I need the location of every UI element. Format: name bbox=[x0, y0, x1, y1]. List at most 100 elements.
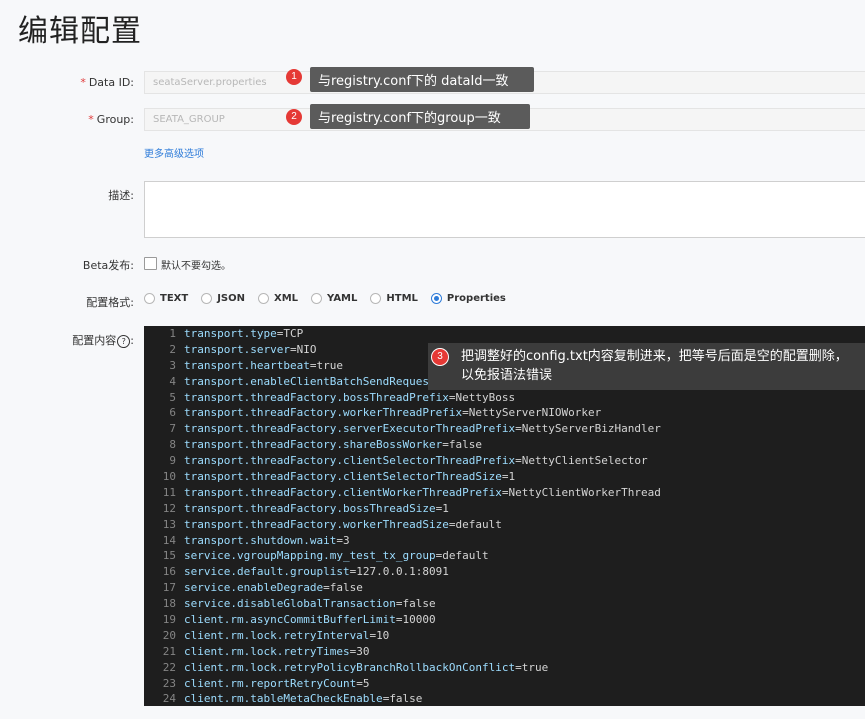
line-number: 7 bbox=[169, 422, 176, 436]
code-equals: = bbox=[356, 676, 363, 690]
line-number: 4 bbox=[169, 374, 176, 388]
code-key: service.default.grouplist bbox=[184, 565, 350, 579]
code-line: 20 client.rm.lock.retryInterval = 10 bbox=[144, 628, 865, 644]
code-line: 1 transport.type = TCP bbox=[144, 326, 865, 342]
code-line: 13 transport.threadFactory.workerThreadSi… bbox=[144, 517, 865, 533]
code-value: 1 bbox=[508, 470, 516, 484]
line-number: 11 bbox=[162, 485, 176, 499]
code-key: transport.threadFactory.shareBossWorker bbox=[184, 438, 443, 452]
code-value: false bbox=[329, 581, 363, 595]
code-line: 23 client.rm.reportRetryCount = 5 bbox=[144, 676, 865, 692]
code-key: client.rm.asyncCommitBufferLimit bbox=[184, 613, 396, 627]
line-number: 16 bbox=[162, 565, 176, 579]
code-equals: = bbox=[395, 597, 403, 611]
code-equals: = bbox=[276, 327, 284, 340]
code-key: transport.threadFactory.clientWorkerThre… bbox=[184, 485, 502, 499]
group-label-text: Group: bbox=[96, 113, 134, 126]
format-option-xml[interactable]: XML bbox=[257, 293, 299, 304]
code-value: 3 bbox=[342, 533, 350, 547]
format-option-json[interactable]: JSON bbox=[201, 293, 245, 304]
code-value: default bbox=[442, 549, 489, 563]
beta-checkbox[interactable] bbox=[144, 257, 157, 270]
line-number: 8 bbox=[169, 438, 176, 452]
code-value: NettyServerNIOWorker bbox=[468, 406, 602, 420]
beta-checkbox-text: 默认不要勾选。 bbox=[161, 261, 231, 272]
line-number: 18 bbox=[162, 597, 176, 611]
data-id-label: * Data ID: bbox=[14, 76, 134, 89]
code-key: client.rm.tableMetaCheckEnable bbox=[184, 692, 383, 706]
line-number: 6 bbox=[169, 406, 176, 420]
line-number: 5 bbox=[169, 390, 176, 404]
code-key: transport.enableClientBatchSendRequest bbox=[184, 374, 436, 388]
line-number: 2 bbox=[169, 342, 176, 356]
help-icon[interactable]: ? bbox=[117, 334, 131, 348]
required-marker: * bbox=[88, 113, 94, 126]
code-line: 24 client.rm.tableMetaCheckEnable = false bbox=[144, 691, 865, 706]
advanced-options-link[interactable]: 更多高级选项 bbox=[144, 145, 204, 160]
content-label: 配置内容?: bbox=[14, 332, 134, 348]
callout-2-badge: 2 bbox=[286, 109, 302, 125]
line-number: 13 bbox=[162, 517, 176, 531]
code-equals: = bbox=[349, 565, 357, 579]
code-key: service.vgroupMapping.my_test_tx_group bbox=[184, 549, 436, 563]
code-value: NettyServerBizHandler bbox=[521, 422, 661, 436]
line-number: 15 bbox=[162, 549, 176, 563]
code-key: service.disableGlobalTransaction bbox=[184, 597, 396, 611]
code-value: false bbox=[402, 597, 436, 611]
code-value: NettyClientSelector bbox=[521, 454, 648, 468]
code-line: 11 transport.threadFactory.clientWorkerTh… bbox=[144, 485, 865, 501]
line-number: 14 bbox=[162, 533, 176, 547]
description-textarea[interactable] bbox=[144, 181, 865, 238]
format-option-label: TEXT bbox=[160, 293, 189, 304]
code-equals: = bbox=[349, 644, 357, 658]
code-equals: = bbox=[501, 470, 509, 484]
format-option-label: HTML bbox=[386, 293, 418, 304]
code-key: transport.threadFactory.bossThreadSize bbox=[184, 501, 436, 515]
line-number: 23 bbox=[162, 676, 176, 690]
callout-editor: 把调整好的config.txt内容复制进来，把等号后面是空的配置删除， 以免报语… bbox=[428, 343, 865, 390]
callout-1-text: 与registry.conf下的 dataId一致 bbox=[318, 74, 509, 89]
code-key: transport.threadFactory.clientSelectorTh… bbox=[184, 454, 516, 468]
code-value: NettyBoss bbox=[455, 390, 516, 404]
code-line: 16 service.default.grouplist = 127.0.0.1:80… bbox=[144, 564, 865, 580]
callout-1-badge: 1 bbox=[286, 69, 302, 85]
code-equals: = bbox=[462, 406, 469, 420]
code-line: 12 transport.threadFactory.bossThreadSize… bbox=[144, 501, 865, 517]
format-option-label: YAML bbox=[327, 293, 358, 304]
code-line: 15 service.vgroupMapping.my_test_tx_group… bbox=[144, 548, 865, 564]
required-marker: * bbox=[80, 76, 86, 89]
code-value: true bbox=[316, 358, 343, 372]
code-key: transport.threadFactory.serverExecutorTh… bbox=[184, 422, 516, 436]
format-option-properties[interactable]: Properties bbox=[430, 293, 506, 304]
format-option-label: XML bbox=[273, 293, 299, 304]
format-option-html[interactable]: HTML bbox=[370, 293, 418, 304]
code-line: 8 transport.threadFactory.shareBossWorker… bbox=[144, 437, 865, 453]
radio-circle[interactable] bbox=[311, 293, 323, 304]
code-value: TCP bbox=[283, 327, 304, 340]
code-key: transport.shutdown.wait bbox=[184, 533, 337, 547]
format-option-yaml[interactable]: YAML bbox=[311, 293, 357, 304]
radio-circle[interactable] bbox=[201, 293, 213, 304]
code-value: true bbox=[521, 660, 549, 674]
radio-circle-selected[interactable] bbox=[430, 293, 442, 304]
radio-circle[interactable] bbox=[257, 293, 269, 304]
line-number: 9 bbox=[169, 454, 176, 468]
code-key: transport.server bbox=[184, 342, 290, 356]
format-label: 配置格式: bbox=[86, 296, 134, 309]
code-line: 7 transport.threadFactory.serverExecutorT… bbox=[144, 421, 865, 437]
code-line: 22 client.rm.lock.retryPolicyBranchRollba… bbox=[144, 660, 865, 676]
code-equals: = bbox=[435, 549, 443, 563]
page-title: 编辑配置 bbox=[18, 14, 142, 49]
line-number: 12 bbox=[162, 501, 176, 515]
content-label-colon: : bbox=[130, 334, 134, 347]
code-line: 21 client.rm.lock.retryTimes = 30 bbox=[144, 644, 865, 660]
radio-circle[interactable] bbox=[144, 293, 155, 304]
code-equals: = bbox=[382, 692, 390, 706]
code-key: transport.threadFactory.workerThreadPref… bbox=[184, 406, 463, 420]
radio-circle[interactable] bbox=[370, 293, 382, 304]
beta-label: Beta发布: bbox=[82, 259, 134, 272]
code-key: transport.threadFactory.workerThreadSize bbox=[184, 517, 449, 531]
code-value: 10000 bbox=[402, 613, 436, 627]
code-value: default bbox=[455, 517, 502, 531]
format-option-text[interactable]: TEXT bbox=[144, 293, 188, 304]
